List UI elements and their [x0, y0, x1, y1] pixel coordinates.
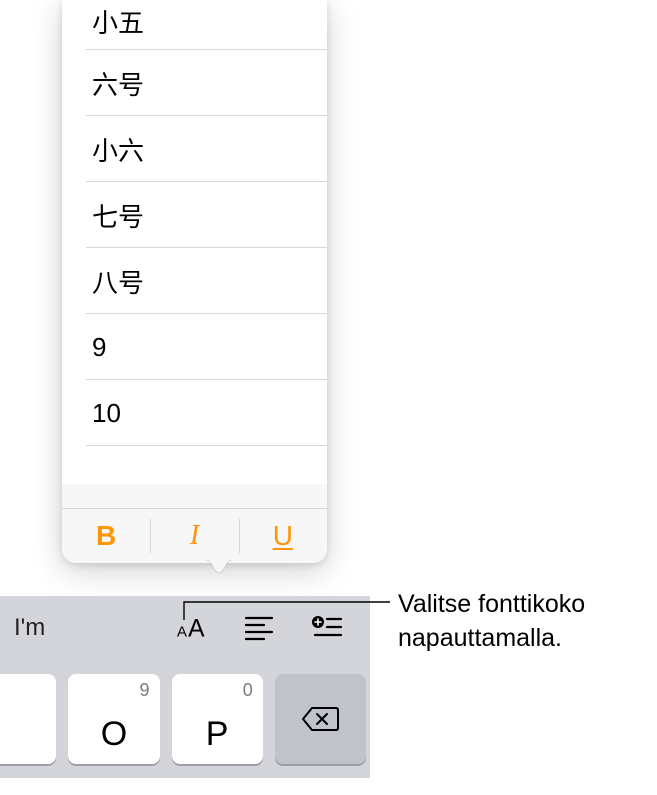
callout-line2: napauttamalla.: [398, 622, 585, 656]
font-size-option[interactable]: 小六: [62, 116, 327, 182]
font-size-popover: 小五 六号 小六 七号 八号 9 10 B I U: [62, 0, 327, 563]
svg-text:A: A: [177, 624, 188, 641]
key-main-label: O: [101, 715, 127, 754]
font-size-option[interactable]: 八号: [62, 248, 327, 314]
keyboard-toolbar: I'm A A: [0, 596, 370, 660]
keyboard-key[interactable]: [0, 674, 56, 764]
font-size-label: 七号: [92, 197, 144, 234]
popover-tail: [206, 560, 232, 574]
bold-icon: B: [96, 520, 116, 552]
underline-button[interactable]: U: [239, 509, 327, 563]
keyboard-key-p[interactable]: 0 P: [172, 674, 263, 764]
font-size-label: 9: [92, 332, 106, 363]
font-size-option[interactable]: 10: [62, 380, 327, 446]
keyboard-key-delete[interactable]: [275, 674, 366, 764]
font-size-option[interactable]: 小五: [62, 0, 327, 50]
font-size-label: 10: [92, 398, 121, 429]
font-size-option[interactable]: 9: [62, 314, 327, 380]
key-alt-label: 9: [140, 680, 150, 701]
font-size-label: 小五: [92, 3, 144, 40]
text-suggestion[interactable]: I'm: [8, 614, 78, 642]
font-size-button[interactable]: A A: [174, 611, 208, 645]
svg-text:A: A: [188, 616, 205, 643]
font-size-option[interactable]: 六号: [62, 50, 327, 116]
align-icon: [244, 615, 274, 641]
list-insert-button[interactable]: [310, 611, 344, 645]
font-size-option[interactable]: 七号: [62, 182, 327, 248]
italic-icon: I: [190, 520, 199, 552]
italic-button[interactable]: I: [150, 509, 238, 563]
keyboard-keys-row: 9 O 0 P: [0, 660, 370, 778]
underline-icon: U: [273, 520, 293, 552]
list-plus-icon: [311, 615, 343, 641]
font-size-label: 八号: [92, 263, 144, 300]
keyboard-key-o[interactable]: 9 O: [68, 674, 159, 764]
callout-line1: Valitse fonttikoko: [398, 588, 585, 622]
font-size-label: 小六: [92, 131, 144, 168]
key-alt-label: 0: [243, 680, 253, 701]
key-main-label: P: [206, 715, 229, 754]
bold-button[interactable]: B: [62, 509, 150, 563]
alignment-button[interactable]: [242, 611, 276, 645]
text-style-bar: B I U: [62, 508, 327, 563]
font-size-list[interactable]: 小五 六号 小六 七号 八号 9 10: [62, 0, 327, 508]
font-size-option[interactable]: [62, 446, 327, 484]
callout-text: Valitse fonttikoko napauttamalla.: [398, 588, 585, 656]
font-size-icon: A A: [174, 613, 208, 643]
font-size-label: 六号: [92, 65, 144, 102]
delete-icon: [300, 704, 340, 734]
